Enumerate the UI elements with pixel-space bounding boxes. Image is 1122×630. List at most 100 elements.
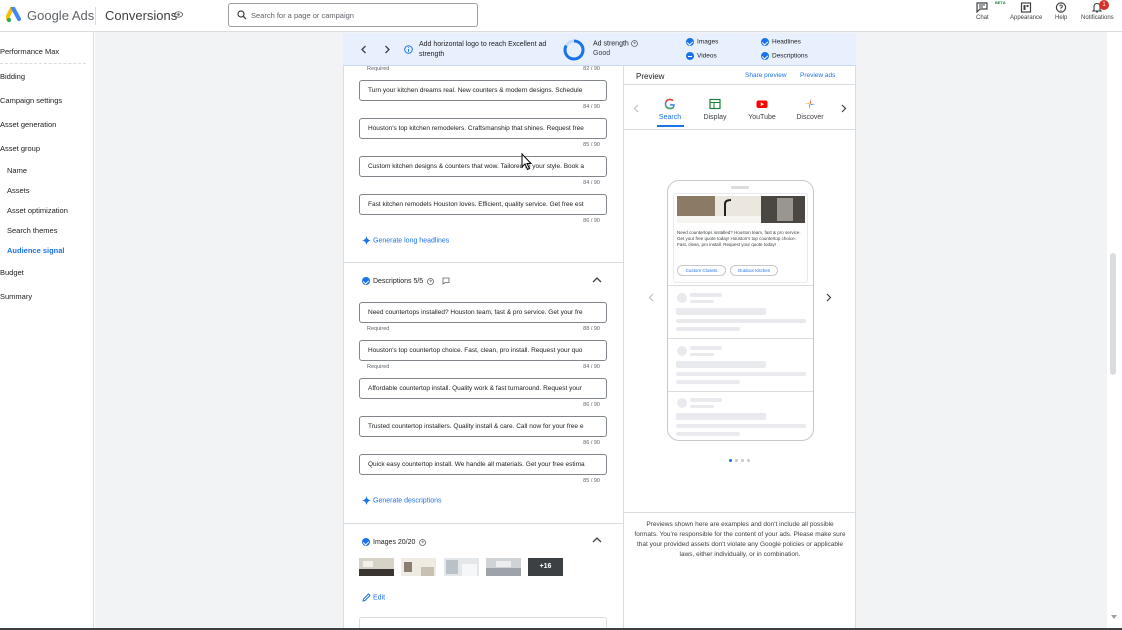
nav-item-audience-signal[interactable]: Audience signal [7, 246, 65, 255]
appearance-icon [1021, 2, 1032, 13]
nav-item-campaign-settings[interactable]: Campaign settings [0, 96, 62, 105]
field-value: Trusted countertop installers. Quality i… [368, 423, 584, 430]
char-count: 84 / 90 [583, 364, 600, 370]
preview-divider [668, 391, 813, 392]
nav-item-summary[interactable]: Summary [0, 292, 32, 301]
section-divider [343, 262, 623, 263]
long-headline-field[interactable]: Turn your kitchen dreams real. New count… [359, 80, 607, 101]
nav-item-search-themes[interactable]: Search themes [7, 226, 57, 235]
check-circle-icon [761, 38, 769, 46]
chevron-up-icon[interactable] [592, 537, 602, 543]
field-value: Need countertops installed? Houston team… [368, 309, 583, 316]
nav-item-performance-max[interactable]: Performance Max [0, 47, 59, 56]
field-value: Turn your kitchen dreams real. New count… [368, 87, 583, 94]
nav-item-asset-generation[interactable]: Asset generation [0, 120, 56, 129]
long-headline-field[interactable]: Houston's top kitchen remodelers. Crafts… [359, 118, 607, 139]
placeholder-result-icon [677, 293, 687, 303]
nav-item-asset-group[interactable]: Asset group [0, 144, 40, 153]
carousel-dot[interactable] [741, 459, 744, 462]
check-headlines: Headlines [761, 38, 801, 46]
description-field[interactable]: Quick easy countertop install. We handle… [359, 454, 607, 475]
ad-strength-ring-icon [563, 39, 585, 61]
chevron-right-icon[interactable] [826, 293, 832, 302]
page-title[interactable]: Conversions [105, 8, 177, 23]
placeholder-line [676, 319, 806, 323]
scrollbar-thumb[interactable] [1110, 253, 1116, 375]
chevron-up-icon[interactable] [592, 277, 602, 283]
image-thumbnail[interactable] [401, 558, 436, 576]
placeholder-line [676, 432, 740, 436]
nav-item-asset-optimization[interactable]: Asset optimization [7, 206, 68, 215]
share-preview-link[interactable]: Share preview [745, 72, 787, 79]
tab-discover[interactable]: Discover [790, 98, 830, 121]
help-icon[interactable] [630, 40, 638, 47]
scroll-down-arrow-icon[interactable] [1110, 614, 1118, 620]
description-field[interactable]: Trusted countertop installers. Quality i… [359, 416, 607, 437]
description-field[interactable]: Need countertops installed? Houston team… [359, 302, 607, 323]
top-bar: Google Ads Conversions Search for a page… [0, 0, 1122, 32]
placeholder-line [690, 300, 714, 303]
carousel-dot[interactable] [729, 459, 732, 462]
help-icon[interactable] [427, 277, 435, 285]
help-label: Help [1055, 15, 1068, 21]
check-headlines-label: Headlines [772, 38, 801, 46]
appearance-button[interactable]: Appearance [1010, 2, 1042, 21]
preview-divider [624, 84, 855, 85]
more-images-thumbnail[interactable]: +16 [528, 558, 563, 576]
image-thumbnail[interactable] [444, 558, 479, 576]
images-title: Images 20/20 [373, 538, 416, 546]
google-g-icon [664, 98, 675, 110]
generate-long-headlines-button[interactable]: Generate long headlines [362, 236, 449, 245]
check-images-label: Images [697, 38, 719, 46]
char-count: 86 / 90 [583, 440, 600, 446]
carousel-dot[interactable] [747, 459, 750, 462]
field-value: Affordable countertop install. Quality w… [368, 385, 582, 392]
preview-ads-link[interactable]: Preview ads [800, 72, 835, 79]
nav-item-assets[interactable]: Assets [7, 186, 30, 195]
placeholder-line [676, 413, 766, 420]
field-value: Custom kitchen designs & counters that w… [368, 163, 584, 170]
chevron-left-icon[interactable] [633, 104, 639, 113]
carousel-dot[interactable] [735, 459, 738, 462]
tab-label: Search [658, 114, 682, 121]
preview-divider [668, 338, 813, 339]
char-count: 82 / 90 [583, 66, 600, 72]
preview-divider [624, 129, 855, 130]
placeholder-line [676, 380, 740, 384]
descriptions-section-header[interactable]: Descriptions 5/5 [362, 277, 450, 285]
nav-item-budget[interactable]: Budget [0, 268, 24, 277]
nav-item-name[interactable]: Name [7, 166, 27, 175]
nav-item-bidding[interactable]: Bidding [0, 72, 25, 81]
left-navigation: Performance Max Bidding Campaign setting… [0, 32, 94, 630]
visibility-icon[interactable] [174, 11, 183, 18]
chevron-left-icon[interactable] [360, 45, 368, 54]
chevron-left-icon[interactable] [648, 293, 654, 302]
char-count: 88 / 90 [583, 326, 600, 332]
image-thumbnail[interactable] [486, 558, 521, 576]
help-icon[interactable] [419, 538, 427, 546]
chevron-right-icon[interactable] [383, 45, 391, 54]
images-section-header[interactable]: Images 20/20 [362, 538, 427, 546]
search-input[interactable]: Search for a page or campaign [228, 3, 478, 27]
image-thumbnail[interactable] [359, 558, 394, 576]
placeholder-line [676, 308, 766, 315]
generate-descriptions-button[interactable]: Generate descriptions [362, 496, 441, 505]
tab-display[interactable]: Display [695, 98, 735, 121]
edit-images-button[interactable]: Edit [362, 593, 385, 602]
help-button[interactable]: Help [1055, 2, 1067, 21]
google-ads-logo-icon[interactable] [6, 7, 22, 23]
required-label: Required [367, 364, 390, 370]
tab-youtube[interactable]: YouTube [742, 98, 782, 121]
tab-label: Display [703, 114, 727, 121]
char-count: 86 / 90 [583, 402, 600, 408]
description-field[interactable]: Houston's top countertop choice. Fast, c… [359, 340, 607, 361]
chevron-right-icon[interactable] [841, 104, 847, 113]
chat-button[interactable]: Chat [976, 2, 989, 21]
feedback-icon[interactable] [442, 277, 450, 285]
tab-label: Discover [796, 114, 824, 121]
section-divider [343, 523, 623, 524]
description-field[interactable]: Affordable countertop install. Quality w… [359, 378, 607, 399]
long-headline-field[interactable]: Custom kitchen designs & counters that w… [359, 156, 607, 177]
long-headline-field[interactable]: Fast kitchen remodels Houston loves. Eff… [359, 194, 607, 215]
tab-search[interactable]: Search [650, 98, 690, 121]
